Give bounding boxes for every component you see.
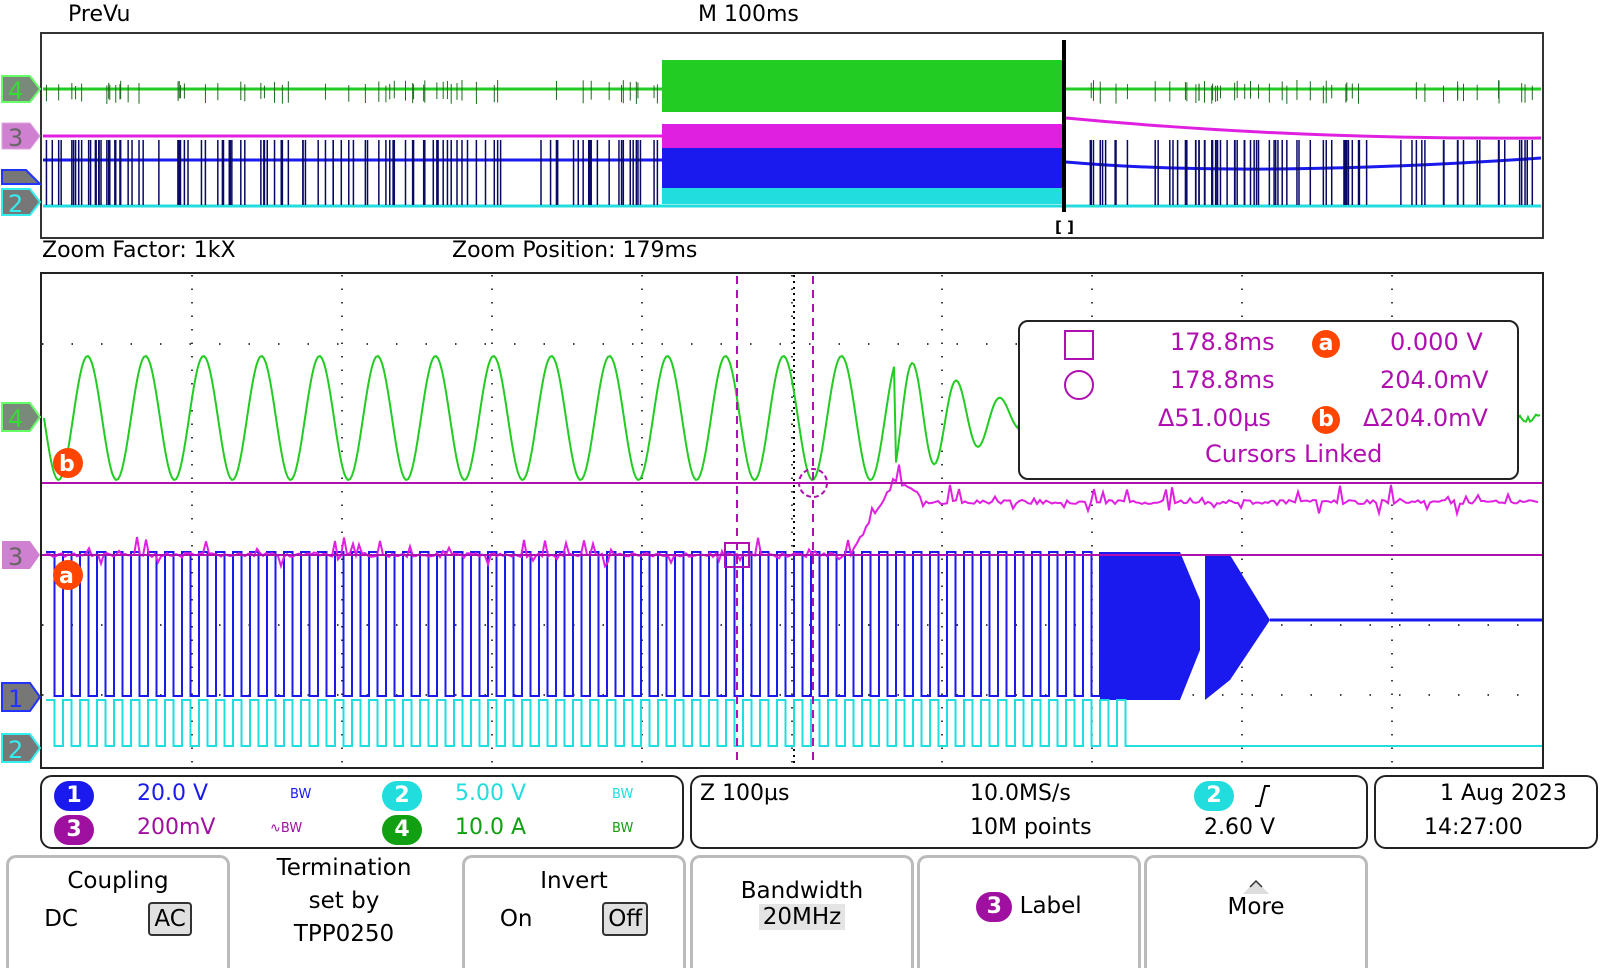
prevu-overview[interactable]: [ ] 4 3 2: [0, 0, 1600, 245]
ch1-ringing-burst-1: [1100, 552, 1200, 700]
invert-on-option[interactable]: On: [500, 906, 533, 932]
datetime-panel: 1 Aug 2023 14:27:00: [1374, 775, 1598, 849]
cursor-a-time: 178.8ms: [1170, 328, 1275, 356]
more-up-arrow-icon: [1147, 876, 1365, 894]
ch1-bandwidth-limit-icon: BW: [290, 787, 312, 802]
cursor-b-time: 178.8ms: [1170, 366, 1275, 394]
svg-text:2: 2: [8, 736, 23, 764]
cursor-b-badge: b: [1312, 404, 1340, 434]
bandwidth-value: 20MHz: [758, 904, 846, 930]
prevu-ch3-burst: [662, 124, 1062, 148]
ch4-offset-marker[interactable]: 4: [1, 402, 42, 433]
acquisition-panel[interactable]: Z 100µs 10.0MS/s 10M points 2 2.60 V: [690, 775, 1368, 849]
cursors-linked-status: Cursors Linked: [1205, 440, 1383, 468]
termination-probe: TPP0250: [293, 921, 395, 947]
bandwidth-softkey[interactable]: Bandwidth 20MHz: [690, 855, 914, 968]
time: 14:27:00: [1424, 815, 1523, 840]
ch2-badge[interactable]: 2: [382, 781, 422, 811]
ch4-badge[interactable]: 4: [382, 815, 422, 845]
svg-text:b: b: [59, 452, 75, 477]
prevu-ch4-marker[interactable]: 4: [1, 75, 42, 105]
record-length: 10M points: [970, 815, 1092, 840]
svg-text:3: 3: [8, 124, 23, 152]
label-softkey[interactable]: 3 Label: [917, 855, 1141, 968]
ch1-scale[interactable]: 20.0 V: [137, 781, 208, 806]
ch2-bandwidth-limit-icon: BW: [612, 787, 634, 802]
coupling-ac-option[interactable]: AC: [148, 902, 192, 936]
cursor-readout-panel[interactable]: 178.8ms a 0.000 V 178.8ms 204.0mV Δ51.00…: [1018, 320, 1519, 480]
date: 1 Aug 2023: [1440, 781, 1567, 806]
rising-edge-icon: [1255, 785, 1270, 807]
prevu-ch2-marker[interactable]: 2: [1, 188, 42, 218]
cursor-a-marker[interactable]: a: [53, 560, 83, 590]
prevu-ch3-marker[interactable]: 3: [1, 122, 41, 152]
ch3-scale[interactable]: 200mV: [137, 815, 215, 840]
more-label: More: [1227, 894, 1285, 920]
prevu-ch1-marker[interactable]: [1, 169, 43, 185]
circle-cursor-icon: [1064, 370, 1094, 400]
termination-info: Termination set by TPP0250: [232, 852, 456, 951]
zoom-window-bracket: [ ]: [1055, 218, 1074, 236]
cursor-a-value: 0.000 V: [1390, 328, 1483, 356]
svg-text:a: a: [59, 564, 74, 589]
ch4-bandwidth-limit-icon: BW: [612, 821, 634, 836]
ch2-offset-marker[interactable]: 2: [1, 733, 42, 764]
cursor-delta-time: Δ51.00µs: [1158, 404, 1271, 432]
cursor-a-badge: a: [1312, 328, 1340, 358]
prevu-ch1-burst: [662, 148, 1062, 188]
coupling-label: Coupling: [67, 868, 169, 894]
prevu-ch4-burst: [662, 60, 1062, 112]
svg-text:1: 1: [8, 685, 23, 713]
trigger-level[interactable]: 2.60 V: [1204, 815, 1275, 840]
invert-label: Invert: [540, 868, 608, 894]
label-text: Label: [1019, 893, 1082, 919]
zoom-horizontal-scale[interactable]: Z 100µs: [700, 781, 790, 806]
cursor-b-marker[interactable]: b: [53, 448, 83, 478]
ch1-offset-marker[interactable]: 1: [1, 682, 42, 713]
ch3-badge[interactable]: 3: [54, 815, 94, 845]
coupling-dc-option[interactable]: DC: [44, 906, 78, 932]
cursor-delta-value: Δ204.0mV: [1363, 404, 1488, 432]
ch1-badge[interactable]: 1: [54, 781, 94, 811]
trigger-source-badge[interactable]: 2: [1194, 781, 1234, 811]
svg-text:2: 2: [8, 190, 23, 218]
more-softkey[interactable]: More: [1144, 855, 1368, 968]
svg-text:3: 3: [8, 543, 23, 571]
ch4-scale[interactable]: 10.0 A: [455, 815, 526, 840]
sample-rate: 10.0MS/s: [970, 781, 1071, 806]
square-cursor-icon: [1064, 330, 1094, 360]
termination-line1: Termination: [276, 855, 412, 881]
ch2-scale[interactable]: 5.00 V: [455, 781, 526, 806]
ch3-offset-marker[interactable]: 3: [2, 541, 40, 571]
svg-text:4: 4: [8, 405, 23, 433]
invert-off-option[interactable]: Off: [602, 902, 649, 936]
termination-line2: set by: [308, 888, 380, 914]
channel-settings-panel: 1 20.0 V BW 2 5.00 V BW 3 200mV ∿BW 4 10…: [40, 775, 684, 849]
invert-softkey[interactable]: Invert On Off: [462, 855, 686, 968]
cursor-b-value: 204.0mV: [1380, 366, 1489, 394]
label-channel-badge: 3: [976, 892, 1013, 922]
bandwidth-label: Bandwidth: [740, 878, 864, 904]
ch3-ac-bandwidth-icon: ∿BW: [270, 821, 303, 836]
prevu-ch2-burst: [662, 188, 1062, 204]
coupling-softkey[interactable]: Coupling DC AC: [6, 855, 230, 968]
svg-text:4: 4: [8, 77, 23, 105]
